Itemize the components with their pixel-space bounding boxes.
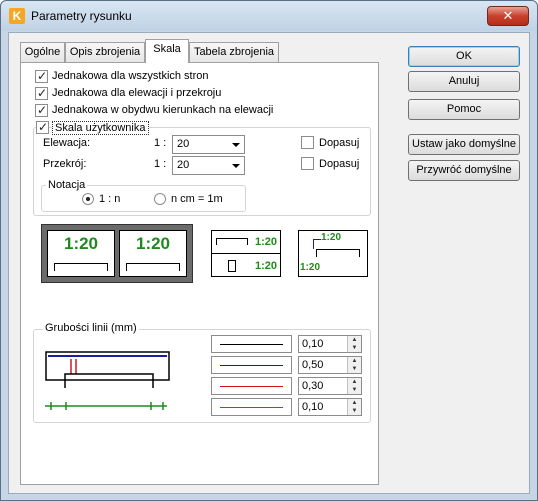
direction-arrow <box>313 239 314 249</box>
elevation-scale-select[interactable]: 20 <box>172 135 245 154</box>
user-scale-label: Skala użytkownika <box>52 121 149 135</box>
preview-element <box>316 249 360 257</box>
cancel-button[interactable]: Anuluj <box>408 71 520 92</box>
scale-tab-panel: Jednakowa dla wszystkich stron Jednakowa… <box>20 62 379 485</box>
scale-text: 1:20 <box>135 234 171 253</box>
notation-ncm-radio[interactable] <box>154 193 166 205</box>
elevation-fit-checkbox[interactable] <box>301 136 314 149</box>
line-sample <box>220 407 283 408</box>
scale-text: 1:20 <box>254 260 277 272</box>
direction-arrow <box>313 239 321 240</box>
line-sample <box>220 344 283 345</box>
spin-down-icon[interactable]: ▼ <box>347 407 361 415</box>
line-sample-green <box>211 398 292 416</box>
scale-text: 1:20 <box>300 262 321 273</box>
user-scale-checkbox[interactable] <box>36 120 49 134</box>
preview-element <box>126 263 180 271</box>
notation-title: Notacja <box>46 179 88 191</box>
select-value: 20 <box>177 159 190 171</box>
scale-text: 1:20 <box>321 232 342 243</box>
line-sample-red <box>211 377 292 395</box>
preview-page: 1:20 <box>119 230 187 277</box>
spin-up-icon[interactable]: ▲ <box>347 357 361 365</box>
chevron-down-icon <box>232 164 240 168</box>
same-both-directions-label: Jednakowa w obydwu kierunkach na elewacj… <box>52 104 274 116</box>
layout-preview-stacked[interactable]: 1:20 1:20 <box>211 230 281 277</box>
tab-label: Tabela zbrojenia <box>193 46 275 58</box>
line-width-blue-spinner[interactable]: 0,50 ▲ ▼ <box>298 356 362 374</box>
tab-reinforcement-description[interactable]: Opis zbrojenia <box>65 42 145 62</box>
spin-down-icon[interactable]: ▼ <box>347 386 361 394</box>
dialog-client: Ogólne Opis zbrojenia Skala Tabela zbroj… <box>8 32 530 494</box>
spin-up-icon[interactable]: ▲ <box>347 378 361 386</box>
tab-general[interactable]: Ogólne <box>20 42 65 62</box>
section-fit-label: Dopasuj <box>319 158 360 170</box>
title-bar[interactable]: K Parametry rysunku ✕ <box>1 1 537 31</box>
diagram-section <box>64 373 154 388</box>
elevation-ratio-prefix: 1 : <box>154 137 167 149</box>
help-button[interactable]: Pomoc <box>408 99 520 120</box>
preview-page: 1:20 <box>47 230 115 277</box>
line-width-black-spinner[interactable]: 0,10 ▲ ▼ <box>298 335 362 353</box>
notation-1-n-radio[interactable] <box>82 193 94 205</box>
line-sample-black <box>211 335 292 353</box>
scale-text: 1:20 <box>254 236 277 248</box>
section-scale-select[interactable]: 20 <box>172 156 245 175</box>
layout-preview-side-by-side[interactable]: 1:20 1:20 <box>41 224 193 283</box>
line-thickness-diagram <box>45 351 170 410</box>
preview-element <box>54 263 108 271</box>
scale-text: 1:20 <box>63 234 99 253</box>
line-width-red-spinner[interactable]: 0,30 ▲ ▼ <box>298 377 362 395</box>
app-icon: K <box>9 8 25 24</box>
spin-down-icon[interactable]: ▼ <box>347 344 361 352</box>
tab-reinforcement-table[interactable]: Tabela zbrojenia <box>189 42 279 62</box>
select-value: 20 <box>177 138 190 150</box>
spin-up-icon[interactable]: ▲ <box>347 399 361 407</box>
dialog-window: K Parametry rysunku ✕ Ogólne Opis zbroje… <box>0 0 538 501</box>
line-sample <box>220 365 283 366</box>
spinner-value: 0,50 <box>302 359 324 371</box>
window-title: Parametry rysunku <box>31 9 132 23</box>
restore-default-button[interactable]: Przywróć domyślne <box>408 160 520 181</box>
tab-label: Skala <box>153 43 181 55</box>
spinner-value: 0,10 <box>302 401 324 413</box>
line-sample <box>220 386 283 387</box>
tab-scale[interactable]: Skala <box>145 39 189 63</box>
spin-up-icon[interactable]: ▲ <box>347 336 361 344</box>
section-fit-checkbox[interactable] <box>301 157 314 170</box>
preview-divider <box>212 253 280 254</box>
close-button[interactable]: ✕ <box>487 6 529 26</box>
same-elevation-section-label: Jednakowa dla elewacji i przekroju <box>52 87 222 99</box>
preview-element <box>228 260 236 272</box>
chevron-down-icon <box>232 143 240 147</box>
elevation-label: Elewacja: <box>43 137 91 149</box>
tab-label: Opis zbrojenia <box>69 46 141 58</box>
section-ratio-prefix: 1 : <box>154 158 167 170</box>
elevation-fit-label: Dopasuj <box>319 137 360 149</box>
same-both-directions-checkbox[interactable] <box>35 103 48 117</box>
section-label: Przekrój: <box>43 158 87 170</box>
notation-ncm-label: n cm = 1m <box>171 193 223 205</box>
ok-button[interactable]: OK <box>408 46 520 67</box>
preview-element <box>216 238 248 245</box>
spinner-value: 0,10 <box>302 338 324 350</box>
layout-preview-directional[interactable]: 1:20 1:20 <box>298 230 368 277</box>
set-default-button[interactable]: Ustaw jako domyślne <box>408 134 520 155</box>
tab-label: Ogólne <box>24 46 61 58</box>
same-all-pages-label: Jednakowa dla wszystkich stron <box>52 70 209 82</box>
spinner-value: 0,30 <box>302 380 324 392</box>
notation-1-n-label: 1 : n <box>99 193 121 205</box>
spin-down-icon[interactable]: ▼ <box>347 365 361 373</box>
line-sample-blue <box>211 356 292 374</box>
same-all-pages-checkbox[interactable] <box>35 69 48 83</box>
line-width-green-spinner[interactable]: 0,10 ▲ ▼ <box>298 398 362 416</box>
same-elevation-section-checkbox[interactable] <box>35 86 48 100</box>
line-thickness-title: Grubości linii (mm) <box>43 322 139 334</box>
